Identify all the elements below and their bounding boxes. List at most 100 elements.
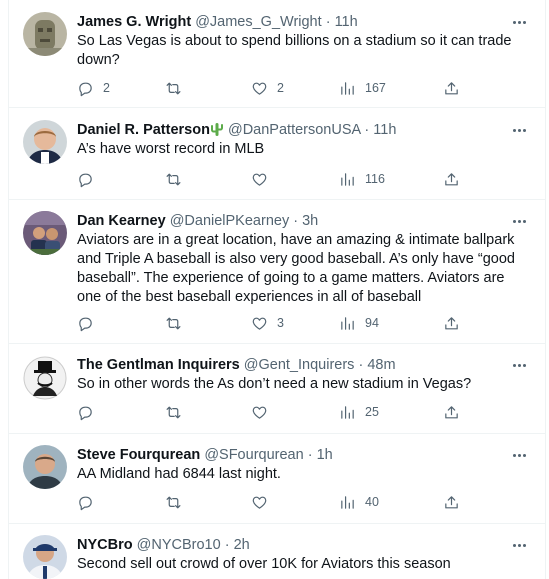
like-count: 3 (277, 316, 284, 330)
avatar[interactable] (23, 356, 67, 400)
retweet-button[interactable] (165, 492, 191, 512)
heart-icon (252, 406, 267, 419)
tweet[interactable]: Daniel R. Patterson @DanPattersonUSA · 1… (9, 108, 545, 200)
tweet-text: AA Midland had 6844 last night. (77, 466, 281, 482)
author-name[interactable]: NYCBro (77, 537, 133, 553)
views-icon (341, 316, 354, 330)
reply-button[interactable] (77, 402, 103, 422)
share-button[interactable] (443, 313, 460, 333)
avatar[interactable] (23, 445, 67, 489)
retweet-button[interactable] (165, 313, 191, 333)
like-button[interactable]: 3 (251, 313, 284, 333)
retweet-icon (166, 317, 181, 329)
more-icon[interactable] (509, 212, 529, 230)
avatar[interactable] (23, 120, 67, 164)
author-name[interactable]: Steve Fourqurean (77, 447, 200, 463)
views-button[interactable]: 40 (339, 492, 379, 512)
tweet-header: James G. Wright @James_G_Wright · 11h (77, 13, 505, 31)
like-button[interactable] (251, 492, 277, 512)
more-icon[interactable] (509, 356, 529, 374)
views-button[interactable]: 94 (339, 313, 379, 333)
reply-icon (79, 173, 92, 187)
like-button[interactable] (251, 402, 277, 422)
views-count: 116 (365, 172, 385, 186)
more-icon[interactable] (509, 121, 529, 139)
share-button[interactable] (443, 402, 460, 422)
action-bar: 40 (77, 492, 467, 512)
tweet-text: So in other words the As don’t need a ne… (77, 376, 472, 392)
retweet-icon (166, 82, 181, 94)
like-count: 2 (277, 81, 284, 95)
timestamp[interactable]: 1h (317, 447, 333, 463)
reply-icon (79, 496, 92, 510)
separator-dot: · (224, 537, 230, 553)
retweet-icon (166, 496, 181, 508)
views-button[interactable]: 167 (339, 78, 386, 98)
tweet[interactable]: NYCBro @NYCBro10 · 2h Second sell out cr… (9, 524, 545, 579)
reply-icon (79, 317, 92, 331)
reply-feed: James G. Wright @James_G_Wright · 11h So… (8, 0, 546, 579)
views-button[interactable]: 25 (339, 402, 379, 422)
timestamp[interactable]: 11h (373, 122, 396, 138)
author-handle[interactable]: @NYCBro10 (137, 537, 221, 553)
tweet-header: The Gentlman Inquirers @Gent_Inquirers ·… (77, 356, 505, 374)
author-name[interactable]: Dan Kearney (77, 213, 166, 229)
like-button[interactable]: 2 (251, 78, 284, 98)
reply-button[interactable] (77, 169, 103, 189)
tweet[interactable]: The Gentlman Inquirers @Gent_Inquirers ·… (9, 344, 545, 434)
author-name[interactable]: Daniel R. Patterson (77, 122, 210, 138)
separator-dot: · (307, 447, 313, 463)
reply-icon (79, 82, 92, 96)
views-button[interactable]: 116 (339, 169, 385, 189)
author-handle[interactable]: @DanielPKearney (170, 213, 290, 229)
reply-button[interactable] (77, 492, 103, 512)
author-name[interactable]: The Gentlman Inquirers (77, 357, 240, 373)
share-icon (445, 405, 458, 418)
avatar[interactable] (23, 535, 67, 579)
reply-count: 2 (103, 81, 110, 95)
author-handle[interactable]: @SFourqurean (204, 447, 303, 463)
views-count: 94 (365, 316, 379, 330)
tweet[interactable]: Dan Kearney @DanielPKearney · 3h Aviator… (9, 200, 545, 344)
share-button[interactable] (443, 169, 460, 189)
share-icon (445, 316, 458, 329)
tweet[interactable]: Steve Fourqurean @SFourqurean · 1h AA Mi… (9, 434, 545, 524)
views-count: 40 (365, 495, 379, 509)
share-button[interactable] (443, 492, 460, 512)
tweet-text: So Las Vegas is about to spend billions … (77, 33, 512, 68)
timestamp[interactable]: 11h (335, 14, 358, 30)
share-icon (445, 495, 458, 508)
retweet-icon (166, 406, 181, 418)
share-icon (445, 172, 458, 185)
timestamp[interactable]: 3h (302, 213, 318, 229)
more-icon[interactable] (509, 536, 529, 554)
avatar[interactable] (23, 12, 67, 56)
avatar[interactable] (23, 211, 67, 255)
action-bar: 116 (77, 169, 467, 189)
author-name[interactable]: James G. Wright (77, 14, 191, 30)
more-icon[interactable] (509, 13, 529, 31)
tweet[interactable]: James G. Wright @James_G_Wright · 11h So… (9, 0, 545, 108)
like-button[interactable] (251, 169, 277, 189)
heart-icon (252, 82, 267, 95)
timestamp[interactable]: 2h (234, 537, 250, 553)
separator-dot: · (293, 213, 299, 229)
timestamp[interactable]: 48m (367, 357, 395, 373)
author-handle[interactable]: @James_G_Wright (195, 14, 321, 30)
retweet-button[interactable] (165, 402, 191, 422)
separator-dot: · (364, 122, 370, 138)
reply-button[interactable]: 2 (77, 78, 110, 98)
cactus-icon (210, 123, 223, 136)
heart-icon (252, 496, 267, 509)
share-button[interactable] (443, 78, 460, 98)
author-handle[interactable]: @DanPattersonUSA (228, 122, 360, 138)
retweet-button[interactable] (165, 169, 191, 189)
retweet-button[interactable] (165, 78, 191, 98)
tweet-text: A’s have worst record in MLB (77, 141, 265, 157)
more-icon[interactable] (509, 446, 529, 464)
reply-button[interactable] (77, 313, 103, 333)
tweet-header: Steve Fourqurean @SFourqurean · 1h (77, 446, 505, 464)
author-handle[interactable]: @Gent_Inquirers (244, 357, 355, 373)
share-icon (445, 81, 458, 94)
reply-icon (79, 406, 92, 420)
